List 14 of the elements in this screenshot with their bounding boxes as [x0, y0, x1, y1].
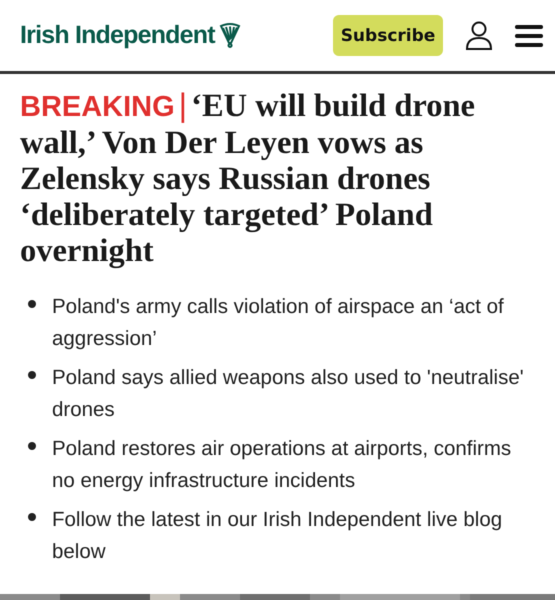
headline[interactable]: BREAKING|‘EU will build drone wall,’ Von Der Leyen vows as Zelensky says Russian drones ‘deliberately targeted’ Poland overnight — [20, 87, 535, 269]
bullet-icon — [28, 442, 36, 450]
bullet-icon — [28, 300, 36, 308]
bullet-icon — [28, 371, 36, 379]
user-icon[interactable] — [465, 20, 493, 50]
bullet-icon — [28, 513, 36, 521]
bullet-point: Poland restores air operations at airports, confirms no energy infrastructure incidents — [52, 436, 512, 494]
harp-icon — [218, 22, 241, 48]
site-logo[interactable]: Irish Independent — [20, 21, 215, 50]
bullet-point: Poland's army calls violation of airspace an ‘act of aggression’ — [52, 294, 505, 352]
menu-icon[interactable] — [515, 24, 543, 46]
bullet-point: Follow the latest in our Irish Independent live blog below — [52, 507, 504, 565]
bullet-point: Poland says allied weapons also used to 'neutralise' drones — [52, 365, 525, 423]
subscribe-button[interactable]: Subscribe — [333, 15, 443, 56]
